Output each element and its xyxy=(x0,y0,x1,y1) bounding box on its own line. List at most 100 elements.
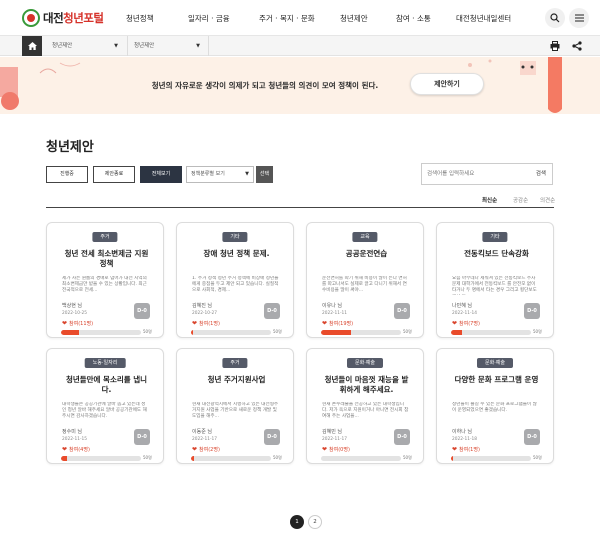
search-field[interactable]: 검색어를 입력하세요 검색 xyxy=(421,163,553,185)
home-icon xyxy=(27,42,37,50)
breadcrumb-level2[interactable]: 청년제안 ▼ xyxy=(134,36,206,56)
participation-count: ❤ 참여(11명) xyxy=(62,320,93,327)
page-title: 청년제안 xyxy=(46,140,94,155)
filter-in-progress-button[interactable]: 진행중 xyxy=(46,166,88,183)
page-1-button[interactable]: 1 xyxy=(290,515,304,529)
dday-badge: D-0 xyxy=(264,429,280,445)
proposal-card[interactable]: 문화·예술 청년들이 마음껏 재능을 발휘하게 해주세요. 현재 손수레술을 전공하… xyxy=(306,348,424,464)
search-submit-button[interactable]: 검색 xyxy=(536,164,546,184)
breadcrumb-level2-label: 청년제안 xyxy=(134,43,155,49)
goal-count: 50명 xyxy=(403,329,412,334)
goal-count: 50명 xyxy=(273,329,282,334)
location-bar: 청년제안 ▼ 청년제안 ▼ xyxy=(0,36,600,56)
sort-latest[interactable]: 최신순 xyxy=(482,196,497,204)
category-badge: 문화·예술 xyxy=(477,358,513,368)
card-description: 대학생들은 공공기관에 알바 뽑고 있는데 성인 청년 알바 해주세요 알바 공… xyxy=(62,402,147,420)
heart-icon: ❤ xyxy=(322,446,328,453)
page-2-button[interactable]: 2 xyxy=(308,515,322,529)
top-header: 대전청년포털 청년정책 일자리 · 금융 주거 · 복지 · 문화 청년제안 참… xyxy=(0,0,600,36)
goal-count: 50명 xyxy=(533,329,542,334)
proposal-card[interactable]: 노동·일자리 청년들만에 목소리를 냅니다. 대학생들은 공공기관에 알바 뽑고 있… xyxy=(46,348,164,464)
card-title: 청년 주거지원사업 xyxy=(207,375,266,384)
participation-progress-bar xyxy=(321,456,401,461)
sort-comments[interactable]: 의견순 xyxy=(540,196,555,204)
dday-badge: D-0 xyxy=(524,429,540,445)
dday-badge: D-0 xyxy=(134,303,150,319)
policy-category-label: 정책분류별 보기 xyxy=(191,171,225,177)
nav-item-housing-welfare[interactable]: 주거 · 복지 · 문화 xyxy=(259,13,315,24)
participation-label: 참여(19명) xyxy=(329,321,354,327)
card-description: 청년들이 즐길 수 있는 문화 프로그램들이 많이 운영되었으면 좋겠습니다. xyxy=(452,402,537,414)
nav-item-participation[interactable]: 참여 · 소통 xyxy=(396,13,431,24)
participation-label: 참여(7명) xyxy=(459,321,480,327)
category-badge: 주거 xyxy=(92,232,118,242)
card-title: 장애 청년 정책 문제. xyxy=(203,249,270,258)
share-icon[interactable] xyxy=(572,41,582,51)
goal-count: 50명 xyxy=(273,455,282,460)
post-date: 2022-11-14 xyxy=(452,311,477,316)
breadcrumb-level1[interactable]: 청년제안 ▼ xyxy=(52,36,124,56)
proposal-card[interactable]: 주거 청년 주거지원사업 현재 대전광역시에서 시행하고 있는 대전형주거지원 사업… xyxy=(176,348,294,464)
proposal-card[interactable]: 기타 전동킥보드 단속강화 요즘 아무데나 세워져 있는 전동킥보드 주차문제 대학… xyxy=(436,222,554,338)
participation-count: ❤ 참여(4명) xyxy=(62,446,90,453)
dday-badge: D-0 xyxy=(134,429,150,445)
proposal-card[interactable]: 교육공공운전연습운전면허를 따기 위해 비용이 많이 든다 면허를 따고나서도 … xyxy=(306,222,424,338)
participation-count: ❤ 참여(1명) xyxy=(452,446,480,453)
participation-progress-bar xyxy=(61,456,141,461)
chevron-down-icon: ▼ xyxy=(114,43,118,49)
propose-button[interactable]: 제안하기 xyxy=(410,73,484,95)
city-seal-icon xyxy=(22,9,40,27)
select-button[interactable]: 선택 xyxy=(256,166,273,183)
card-title: 청년들이 마음껏 재능을 발휘하게 해주세요. xyxy=(324,375,409,394)
home-button[interactable] xyxy=(22,36,42,56)
card-description: 운전면허를 따기 위해 비용이 많이 든다 면허를 따고나서도 실제로 끌고 다… xyxy=(322,276,407,294)
policy-category-select[interactable]: 정책분류별 보기 ▼ xyxy=(186,166,254,183)
nav-item-policy[interactable]: 청년정책 xyxy=(126,13,154,24)
divider xyxy=(127,36,128,56)
heart-icon: ❤ xyxy=(192,320,198,327)
site-logo[interactable]: 대전청년포털 xyxy=(22,8,104,28)
divider xyxy=(46,207,554,208)
heart-icon: ❤ xyxy=(62,446,68,453)
menu-button[interactable] xyxy=(569,8,589,28)
post-date: 2022-11-17 xyxy=(192,437,217,442)
search-button[interactable] xyxy=(545,8,565,28)
category-badge: 노동·일자리 xyxy=(84,358,126,368)
card-description: 제가 사는 원룸의 경매로 넘어가 대전 지역의 최소변제금만 받을 수 있는 … xyxy=(62,276,147,294)
nav-item-youth-center[interactable]: 대전청년내일센터 xyxy=(456,13,511,24)
card-title: 전동킥보드 단속강화 xyxy=(464,249,529,258)
author-name: 백상현 님 xyxy=(62,303,82,309)
participation-label: 참여(0명) xyxy=(329,447,350,453)
author-name: 김혜민 님 xyxy=(322,429,342,435)
participation-progress-bar xyxy=(61,330,141,335)
divider xyxy=(208,36,209,56)
proposal-card[interactable]: 문화·예술 다양한 문화 프로그램 운영 청년들이 즐길 수 있는 문화 프로그램들… xyxy=(436,348,554,464)
filter-closed-button[interactable]: 제안종료 xyxy=(93,166,135,183)
heart-icon: ❤ xyxy=(192,446,198,453)
nav-item-proposal[interactable]: 청년제안 xyxy=(340,13,368,24)
card-description: 현재 대전광역시에서 시행하고 있는 대전형주거지원 사업을 기반으로 새로운 … xyxy=(192,402,279,420)
menu-icon xyxy=(574,14,584,22)
heart-icon: ❤ xyxy=(452,446,458,453)
sort-likes[interactable]: 공감순 xyxy=(513,196,528,204)
progress-fill xyxy=(451,456,453,461)
author-name: 김혜진 님 xyxy=(192,303,212,309)
category-badge: 문화·예술 xyxy=(347,358,383,368)
dday-badge: D-0 xyxy=(394,303,410,319)
author-name: 나민혜 님 xyxy=(452,303,472,309)
proposal-card[interactable]: 기타 장애 청년 정책 문제. 1. 주거 정책 청년 주거 정책에 비장애 청년들… xyxy=(176,222,294,338)
nav-item-jobs-finance[interactable]: 일자리 · 금융 xyxy=(188,13,230,24)
participation-count: ❤ 참여(1명) xyxy=(192,320,220,327)
participation-label: 참여(1명) xyxy=(199,321,220,327)
filter-view-all-button[interactable]: 전체보기 xyxy=(140,166,182,183)
chevron-down-icon: ▼ xyxy=(245,171,249,177)
category-badge: 기타 xyxy=(482,232,508,242)
progress-fill xyxy=(451,330,463,335)
print-icon[interactable] xyxy=(550,41,560,51)
proposal-card[interactable]: 주거 청년 전세 최소변제금 지원 정책 제가 사는 원룸의 경매로 넘어가 대전 … xyxy=(46,222,164,338)
category-badge: 교육 xyxy=(352,232,378,242)
heart-icon: ❤ xyxy=(322,320,328,327)
post-date: 2022-11-18 xyxy=(452,437,477,442)
card-title: 공공운전연습 xyxy=(345,249,388,258)
participation-progress-bar xyxy=(191,456,271,461)
